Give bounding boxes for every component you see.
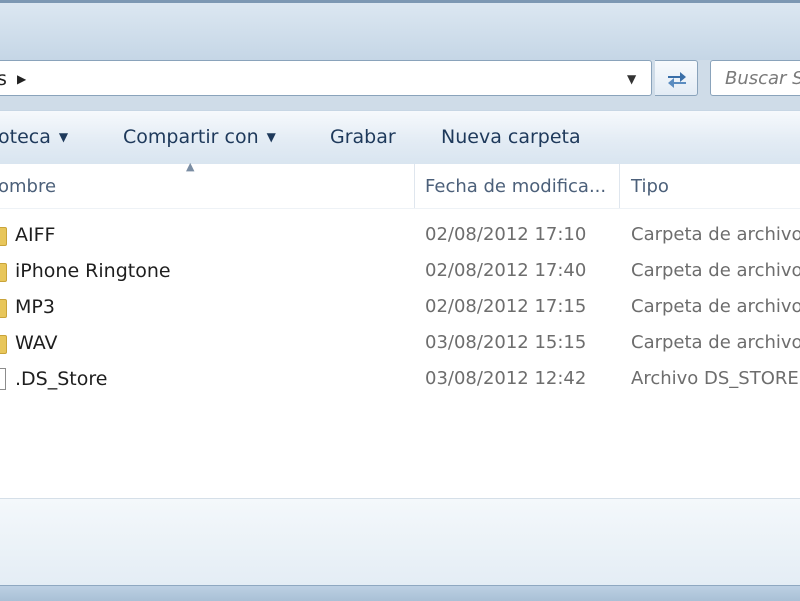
- file-date: 03/08/2012 12:42: [425, 368, 587, 389]
- file-name: iPhone Ringtone: [15, 260, 171, 282]
- address-bar[interactable]: s ▶ ▼: [0, 60, 652, 96]
- new-folder-button[interactable]: Nueva carpeta: [441, 126, 581, 148]
- breadcrumb-arrow-icon[interactable]: ▶: [17, 72, 26, 86]
- column-divider[interactable]: [414, 164, 415, 208]
- burn-button[interactable]: Grabar: [330, 126, 396, 148]
- file-icon: [0, 368, 6, 390]
- file-date: 02/08/2012 17:15: [425, 296, 587, 317]
- include-in-library-button[interactable]: oteca ▼: [0, 126, 68, 148]
- file-row-wav[interactable]: WAV 03/08/2012 15:15 Carpeta de archivos: [0, 326, 800, 360]
- file-row-ds-store[interactable]: .DS_Store 03/08/2012 12:42 Archivo DS_ST…: [0, 362, 800, 396]
- file-type: Carpeta de archivos: [631, 224, 800, 245]
- chevron-down-icon: ▼: [266, 130, 276, 144]
- file-row-aiff[interactable]: AIFF 02/08/2012 17:10 Carpeta de archivo…: [0, 218, 800, 252]
- file-name: MP3: [15, 296, 55, 318]
- file-name: AIFF: [15, 224, 56, 246]
- refresh-icon: [668, 72, 686, 88]
- library-label: oteca: [0, 126, 51, 148]
- address-dropdown-icon[interactable]: ▼: [627, 72, 636, 86]
- file-type: Carpeta de archivos: [631, 260, 800, 281]
- refresh-button[interactable]: [655, 60, 698, 96]
- file-row-iphone-ringtone[interactable]: iPhone Ringtone 02/08/2012 17:40 Carpeta…: [0, 254, 800, 288]
- column-header-type[interactable]: Tipo: [631, 176, 669, 197]
- column-divider[interactable]: [619, 164, 620, 208]
- file-list: ▲ ombre Fecha de modifica... Tipo AIFF 0…: [0, 160, 800, 499]
- folder-icon: [0, 263, 7, 282]
- search-input[interactable]: [711, 61, 800, 95]
- sort-ascending-icon: ▲: [186, 160, 195, 173]
- file-date: 03/08/2012 15:15: [425, 332, 587, 353]
- file-name: .DS_Store: [15, 368, 108, 390]
- chevron-down-icon: ▼: [58, 130, 69, 144]
- window-frame-bottom: [0, 585, 800, 601]
- column-header-date[interactable]: Fecha de modifica...: [425, 176, 606, 197]
- window-frame-top: [0, 0, 800, 60]
- search-box[interactable]: [710, 60, 800, 96]
- file-row-mp3[interactable]: MP3 02/08/2012 17:15 Carpeta de archivos: [0, 290, 800, 324]
- frame-top-border: [0, 0, 800, 3]
- folder-icon: [0, 299, 7, 318]
- details-pane: [0, 499, 800, 585]
- file-type: Archivo DS_STORE: [631, 368, 799, 389]
- file-type: Carpeta de archivos: [631, 296, 800, 317]
- column-header-name[interactable]: ombre: [0, 176, 56, 197]
- file-date: 02/08/2012 17:40: [425, 260, 587, 281]
- column-header-row: ▲ ombre Fecha de modifica... Tipo: [0, 160, 800, 209]
- file-date: 02/08/2012 17:10: [425, 224, 587, 245]
- address-path-fragment[interactable]: s: [0, 68, 7, 90]
- share-with-button[interactable]: Compartir con ▼: [123, 126, 276, 148]
- file-name: WAV: [15, 332, 58, 354]
- file-type: Carpeta de archivos: [631, 332, 800, 353]
- folder-icon: [0, 335, 7, 354]
- share-label: Compartir con: [123, 126, 259, 148]
- folder-icon: [0, 227, 7, 246]
- command-bar: oteca ▼ Compartir con ▼ Grabar Nueva carpe…: [0, 110, 800, 165]
